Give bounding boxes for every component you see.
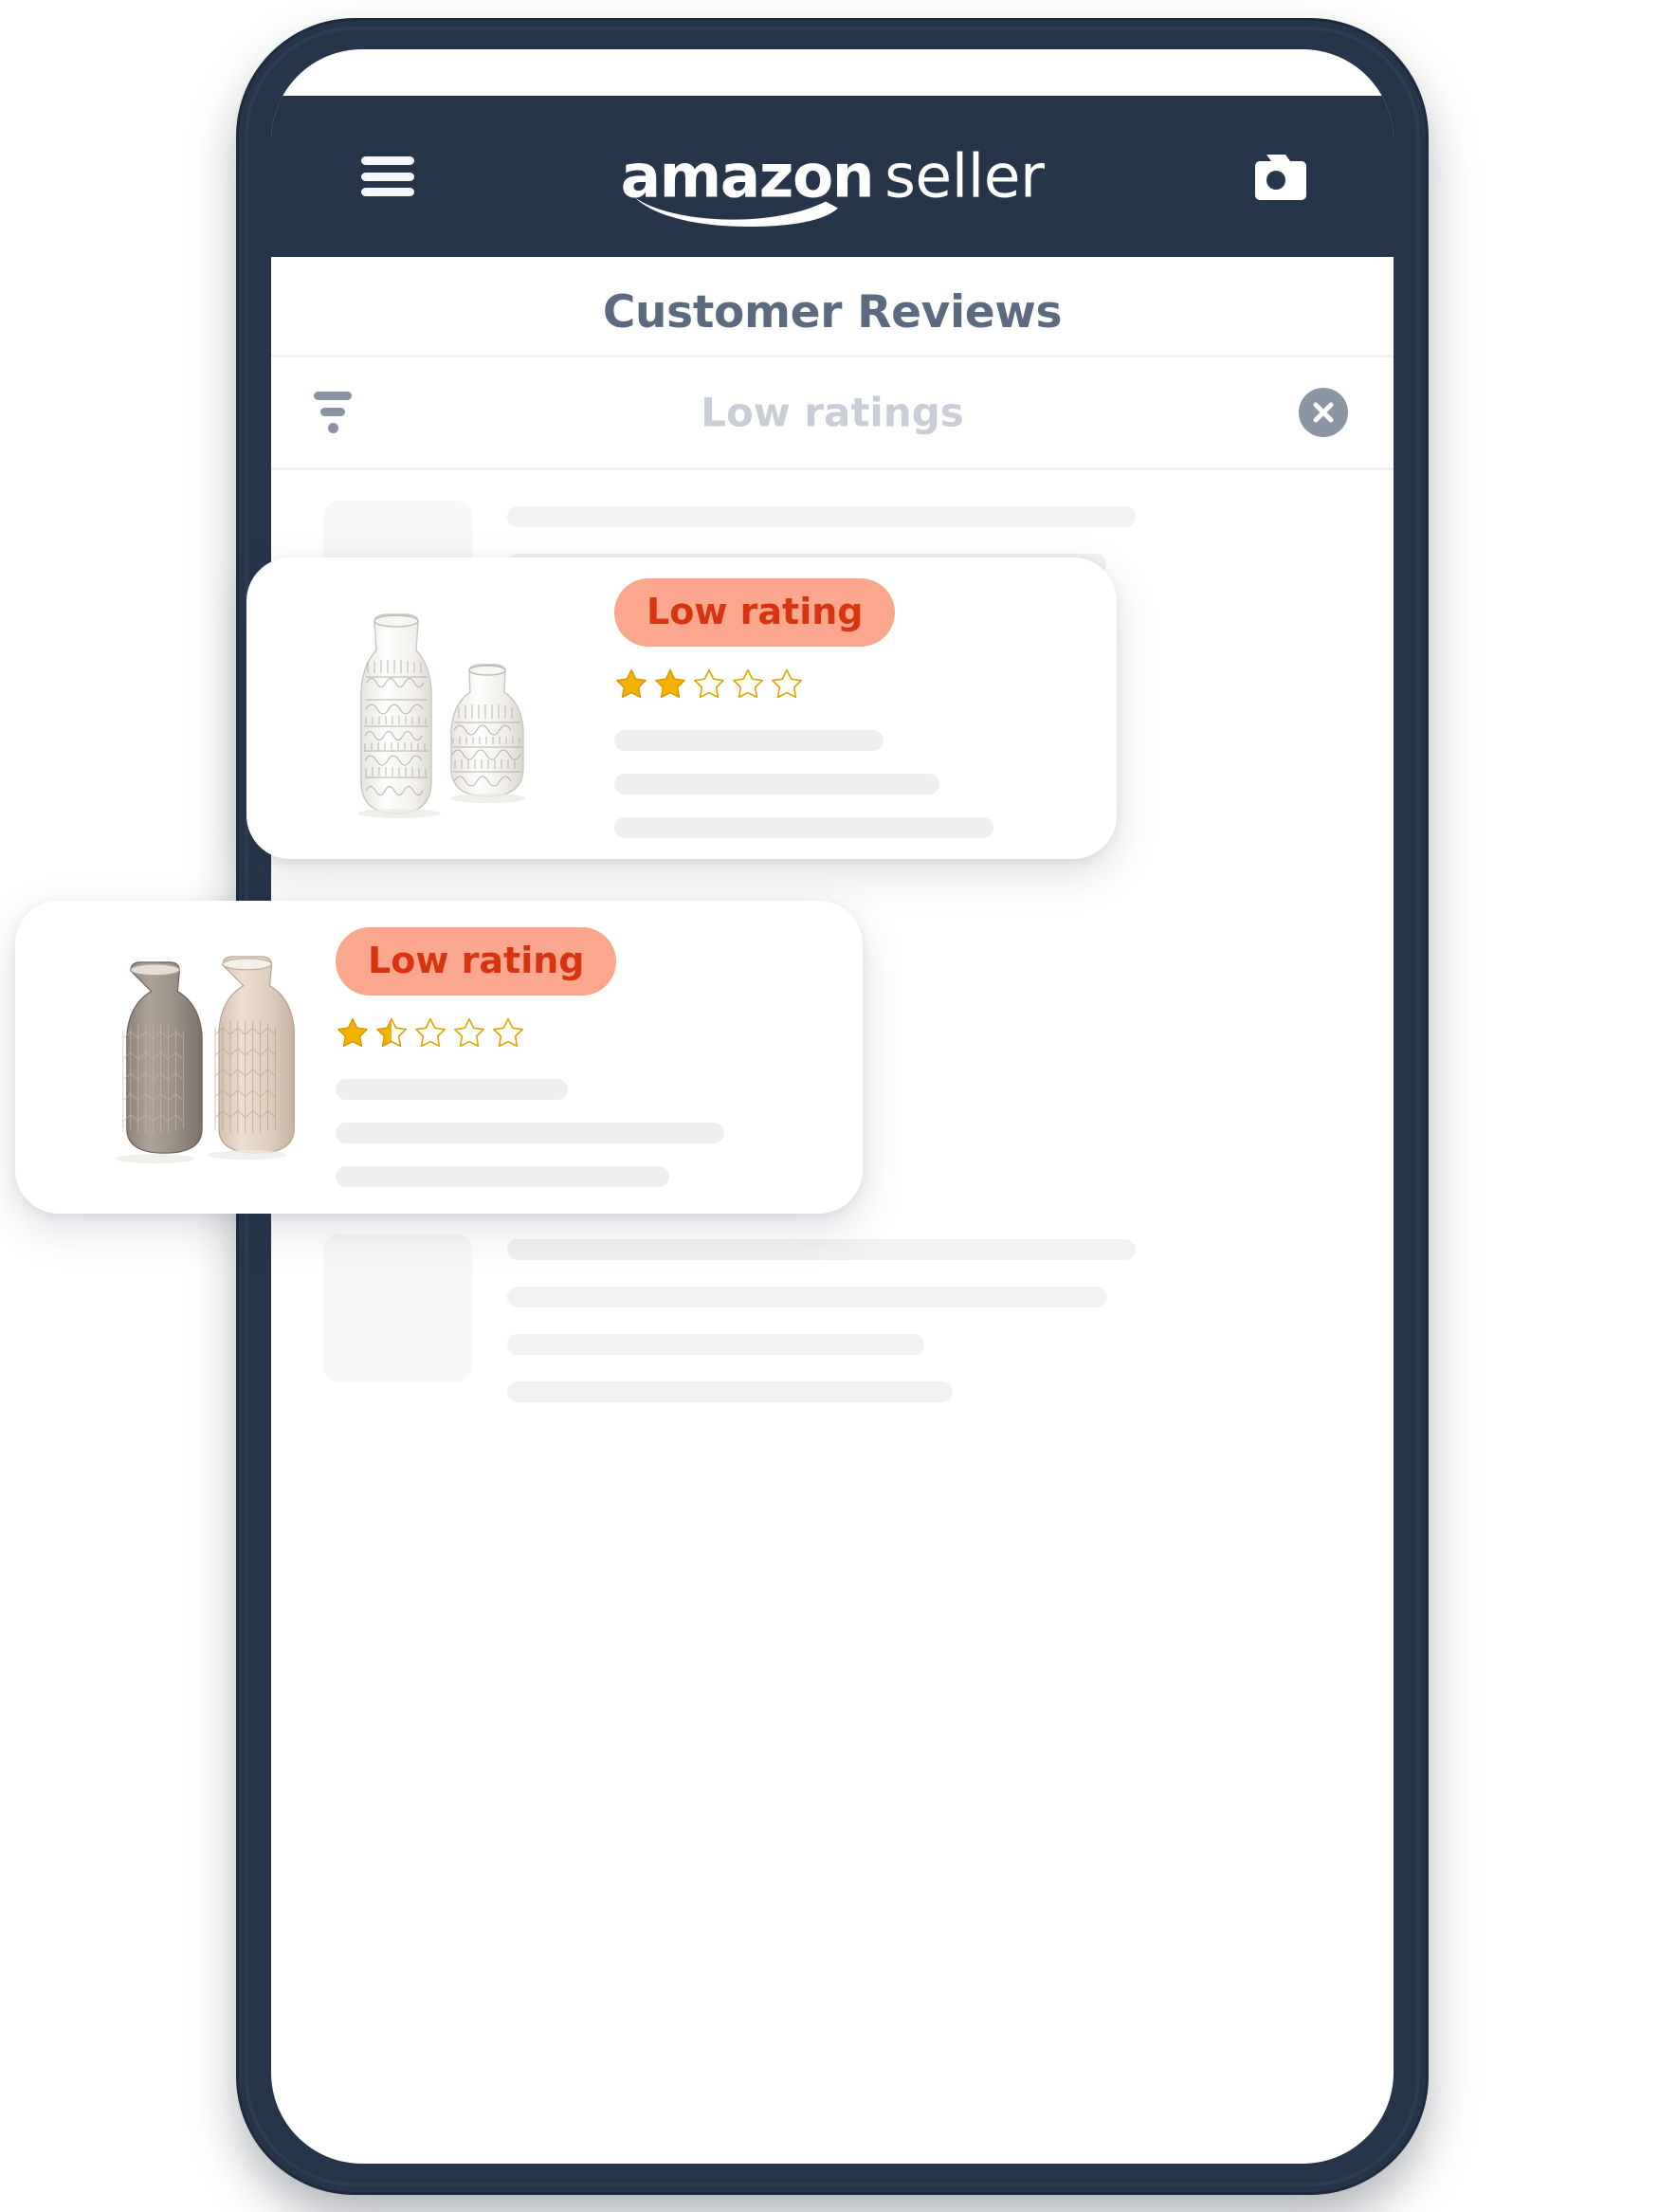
filter-bar: Low ratings: [271, 355, 1394, 470]
review-card[interactable]: Low rating: [246, 558, 1117, 859]
skeleton-review-item: [271, 1234, 1394, 1402]
star-empty-icon: [733, 668, 763, 699]
star-filled-icon: [616, 668, 647, 699]
star-empty-icon: [493, 1017, 523, 1048]
page-title: Customer Reviews: [602, 286, 1063, 338]
review-details: Low rating: [328, 927, 863, 1187]
skeleton-line: [614, 817, 993, 838]
skeleton-line: [507, 1381, 953, 1402]
review-details: Low rating: [607, 578, 1117, 838]
skeleton-line: [507, 1287, 1106, 1307]
star-empty-icon: [415, 1017, 446, 1048]
filter-label[interactable]: Low ratings: [271, 390, 1394, 436]
app-header: amazon seller: [271, 96, 1394, 257]
product-image-white-vases: [246, 590, 607, 827]
camera-icon[interactable]: [1246, 153, 1306, 200]
hamburger-icon[interactable]: [361, 156, 414, 196]
screenshot-root: amazon seller Customer Reviews Low ratin…: [0, 0, 1658, 2212]
skeleton-line: [507, 1334, 924, 1355]
skeleton-line: [614, 774, 939, 795]
review-text-skeleton: [614, 730, 1117, 838]
brand-amazon-label: amazon: [620, 141, 875, 211]
skeleton-line: [336, 1079, 568, 1100]
star-empty-icon: [694, 668, 724, 699]
star-empty-icon: [454, 1017, 484, 1048]
star-rating: [614, 667, 1117, 702]
star-filled-icon: [655, 668, 685, 699]
amazon-seller-logo: amazon seller: [271, 141, 1394, 227]
star-empty-icon: [772, 668, 802, 699]
close-circle-icon[interactable]: [1299, 388, 1348, 437]
status-badge: Low rating: [336, 927, 617, 996]
review-card[interactable]: Low rating: [15, 901, 863, 1214]
skeleton-text-block: [507, 1234, 1394, 1402]
brand-seller-label: seller: [884, 141, 1045, 211]
skeleton-line: [614, 730, 884, 751]
star-rating: [336, 1016, 863, 1051]
star-filled-icon: [337, 1017, 368, 1048]
skeleton-line: [507, 506, 1136, 527]
skeleton-line: [507, 1239, 1136, 1260]
status-badge: Low rating: [614, 578, 896, 647]
star-half-icon: [376, 1017, 407, 1048]
skeleton-line: [336, 1123, 724, 1143]
product-image-tan-vases: [15, 934, 328, 1180]
skeleton-line: [336, 1166, 669, 1187]
review-text-skeleton: [336, 1079, 863, 1187]
skeleton-thumbnail: [323, 1234, 472, 1382]
amazon-smile-icon: [631, 192, 842, 229]
